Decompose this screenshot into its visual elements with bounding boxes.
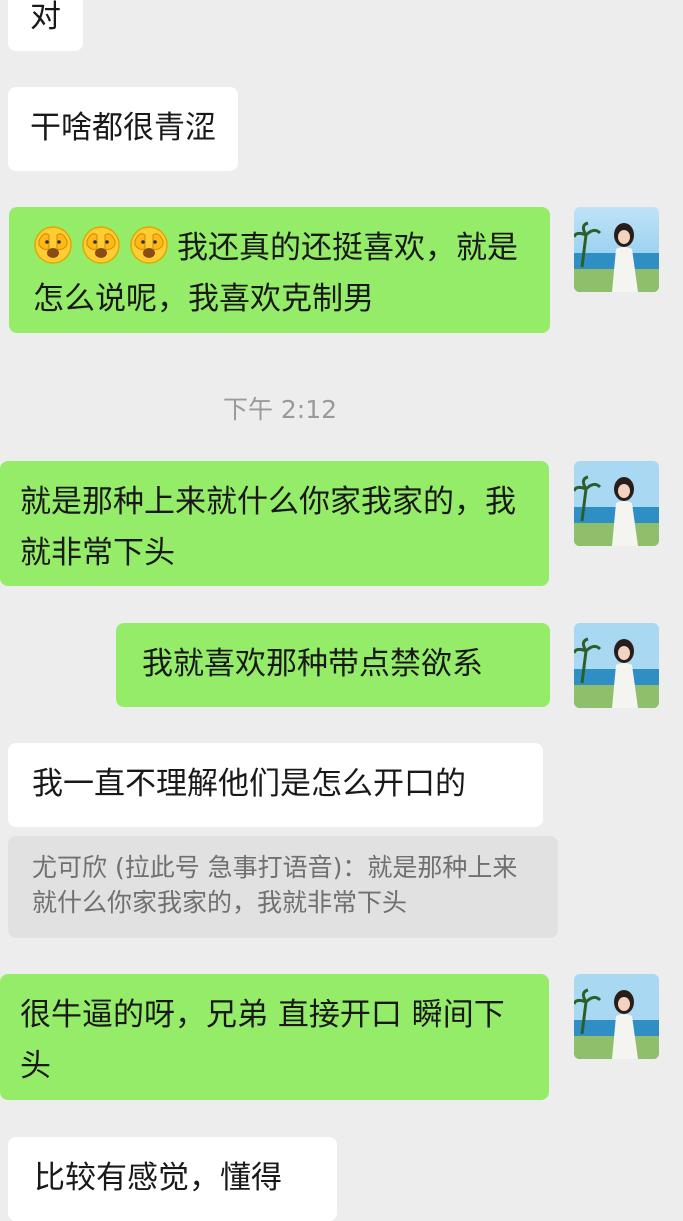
- message-bubble-received[interactable]: 对: [8, 0, 83, 51]
- avatar[interactable]: [574, 207, 659, 292]
- avatar[interactable]: [574, 974, 659, 1059]
- avatar[interactable]: [574, 623, 659, 708]
- message-bubble-sent[interactable]: 就是那种上来就什么你家我家的，我就非常下头: [0, 461, 549, 586]
- message-text: 我就喜欢那种带点禁欲系: [142, 646, 483, 682]
- emoji-face-peeking-icon: [129, 225, 169, 265]
- message-bubble-received[interactable]: 干啥都很青涩: [8, 87, 238, 171]
- emoji-face-peeking-icon: [33, 225, 73, 265]
- message-text: 干啥都很青涩: [30, 110, 216, 146]
- message-text: 我一直不理解他们是怎么开口的: [32, 766, 466, 802]
- message-bubble-received[interactable]: 比较有感觉，懂得: [8, 1137, 337, 1221]
- timestamp: 下午 2:12: [222, 395, 338, 424]
- message-bubble-sent[interactable]: 我就喜欢那种带点禁欲系: [116, 623, 550, 707]
- quoted-message[interactable]: 尤可欣 (拉此号 急事打语音)：就是那种上来就什么你家我家的，我就非常下头: [8, 836, 558, 938]
- emoji-face-peeking-icon: [81, 225, 121, 265]
- message-text: 对: [30, 0, 61, 35]
- message-bubble-received[interactable]: 我一直不理解他们是怎么开口的: [8, 743, 543, 827]
- quoted-message-text: 尤可欣 (拉此号 急事打语音)：就是那种上来就什么你家我家的，我就非常下头: [32, 853, 518, 917]
- message-text: 很牛逼的呀，兄弟 直接开口 瞬间下头: [20, 997, 505, 1084]
- message-bubble-sent[interactable]: 我还真的还挺喜欢，就是怎么说呢，我喜欢克制男: [9, 207, 550, 333]
- message-text: 比较有感觉，懂得: [34, 1160, 282, 1196]
- avatar[interactable]: [574, 461, 659, 546]
- message-text: 就是那种上来就什么你家我家的，我就非常下头: [20, 484, 516, 571]
- message-bubble-sent[interactable]: 很牛逼的呀，兄弟 直接开口 瞬间下头: [0, 974, 549, 1100]
